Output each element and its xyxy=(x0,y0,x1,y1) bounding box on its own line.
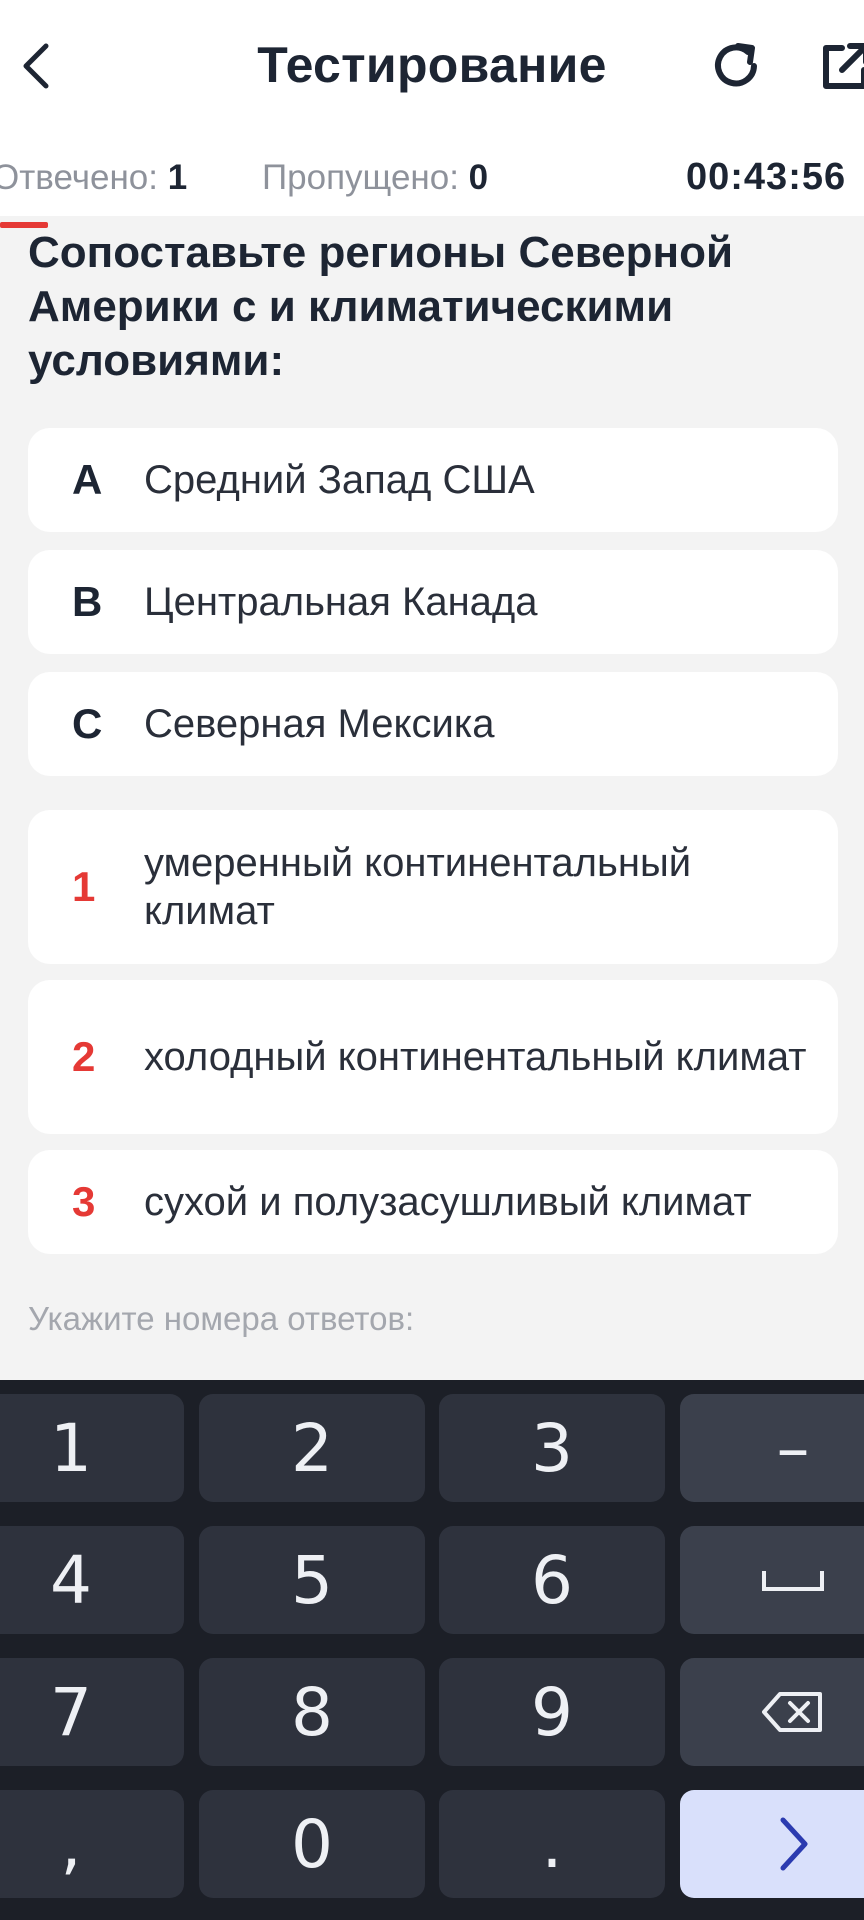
key-8[interactable]: 8 xyxy=(199,1658,425,1766)
key-3[interactable]: 3 xyxy=(439,1394,665,1502)
key-space[interactable] xyxy=(680,1526,864,1634)
key-7[interactable]: 7 xyxy=(0,1658,184,1766)
stats-bar: Отвечено: 1 Пропущено: 0 00:43:56 xyxy=(0,140,864,216)
chevron-right-icon xyxy=(780,1817,808,1871)
enter-button[interactable] xyxy=(680,1790,864,1898)
key-comma[interactable]: , xyxy=(0,1790,184,1898)
skipped-counter: Пропущено: 0 xyxy=(262,158,488,198)
match-key: 1 xyxy=(72,863,96,910)
share-button[interactable] xyxy=(808,30,864,102)
key-9[interactable]: 9 xyxy=(439,1658,665,1766)
match-text: холодный континентальный климат xyxy=(144,1035,807,1079)
option-key: C xyxy=(72,700,103,747)
option-card-c: C Северная Мексика xyxy=(28,672,838,776)
key-1[interactable]: 1 xyxy=(0,1394,184,1502)
match-card-3: 3 сухой и полузасушливый климат xyxy=(28,1150,838,1254)
key-5[interactable]: 5 xyxy=(199,1526,425,1634)
key-backspace[interactable] xyxy=(680,1658,864,1766)
match-key: 3 xyxy=(72,1178,96,1225)
key-0[interactable]: 0 xyxy=(199,1790,425,1898)
answered-counter: Отвечено: 1 xyxy=(0,158,187,198)
key-period[interactable]: . xyxy=(439,1790,665,1898)
option-card-a: A Средний Запад США xyxy=(28,428,838,532)
skipped-value: 0 xyxy=(468,158,489,197)
key-2[interactable]: 2 xyxy=(199,1394,425,1502)
match-card-2: 2 холодный континентальный климат xyxy=(28,980,838,1134)
match-text: умеренный континентальный климат xyxy=(144,841,692,933)
answered-value: 1 xyxy=(167,158,188,197)
answer-input-hint[interactable]: Укажите номера ответов: xyxy=(28,1300,414,1338)
backspace-icon xyxy=(762,1692,822,1732)
option-text: Северная Мексика xyxy=(144,702,495,746)
match-card-1: 1 умеренный континентальный климат xyxy=(28,810,838,964)
numeric-keyboard: 1 2 3 – 4 5 6 7 8 9 , 0 . xyxy=(0,1380,864,1920)
option-card-b: B Центральная Канада xyxy=(28,550,838,654)
match-key: 2 xyxy=(72,1033,96,1080)
option-text: Центральная Канада xyxy=(144,580,538,624)
key-4[interactable]: 4 xyxy=(0,1526,184,1634)
reload-button[interactable] xyxy=(700,30,772,102)
key-6[interactable]: 6 xyxy=(439,1526,665,1634)
timer: 00:43:56 xyxy=(686,156,847,198)
app-header: Тестирование xyxy=(0,0,864,140)
question-text: Сопоставьте регионы Северной Америки с и… xyxy=(28,228,734,385)
skipped-label: Пропущено: xyxy=(262,158,459,197)
answered-label: Отвечено: xyxy=(0,158,158,197)
option-text: Средний Запад США xyxy=(144,458,535,502)
space-icon xyxy=(762,1571,824,1591)
option-key: A xyxy=(72,456,103,503)
key-minus[interactable]: – xyxy=(680,1394,864,1502)
match-text: сухой и полузасушливый климат xyxy=(144,1180,752,1224)
share-icon xyxy=(823,43,864,89)
reload-icon xyxy=(715,43,757,87)
option-key: B xyxy=(72,578,103,625)
